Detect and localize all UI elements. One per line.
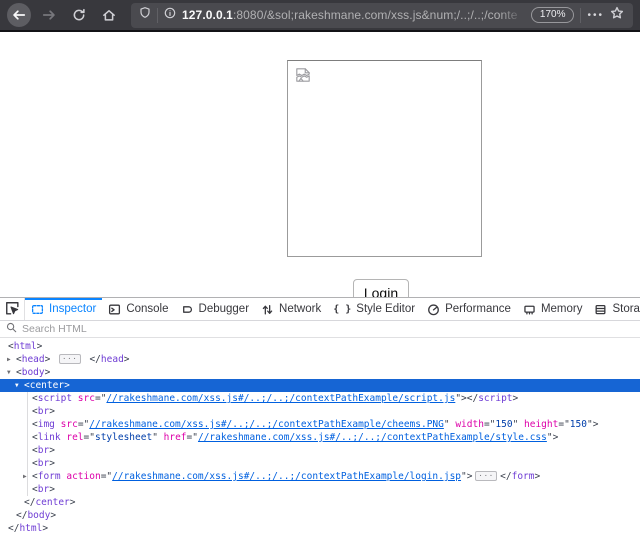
- style-editor-icon: { }: [333, 304, 351, 315]
- debugger-icon: [181, 303, 194, 316]
- tab-storage[interactable]: Storage: [588, 298, 640, 320]
- tree-row[interactable]: ▶<head> ··· </head>: [0, 353, 640, 366]
- expander-open-icon[interactable]: ▼: [15, 379, 19, 392]
- search-html-input[interactable]: [22, 323, 222, 335]
- tab-label: Style Editor: [356, 303, 415, 315]
- tab-label: Console: [126, 303, 168, 315]
- reload-button[interactable]: [67, 3, 91, 27]
- home-button[interactable]: [97, 3, 121, 27]
- home-icon: [102, 8, 116, 22]
- console-icon: [108, 303, 121, 316]
- url-text[interactable]: 127.0.0.1:8080/&sol;rakeshmane.com/xss.j…: [182, 8, 525, 22]
- tree-row[interactable]: <br>: [0, 444, 640, 457]
- tab-label: Debugger: [199, 303, 250, 315]
- tab-label: Network: [279, 303, 321, 315]
- devtools-tabbar: Inspector Console Debugger Network { } Style …: [0, 298, 640, 321]
- tree-row[interactable]: </html>: [0, 522, 640, 535]
- tracking-protection-shield-icon[interactable]: [139, 6, 151, 24]
- tab-inspector[interactable]: Inspector: [25, 298, 102, 320]
- urlbar-divider: [580, 8, 581, 23]
- tab-label: Storage: [612, 303, 640, 315]
- search-icon: [6, 320, 17, 338]
- devtools-search-row: [0, 321, 640, 338]
- tab-label: Performance: [445, 303, 511, 315]
- tree-row[interactable]: <link rel="stylesheet" href="//rakeshman…: [0, 431, 640, 444]
- tree-row[interactable]: <html>: [0, 340, 640, 353]
- urlbar-divider: [157, 8, 158, 23]
- forward-button[interactable]: [37, 3, 61, 27]
- memory-icon: [523, 303, 536, 316]
- back-icon: [12, 8, 26, 22]
- tree-row[interactable]: <br>: [0, 457, 640, 470]
- performance-icon: [427, 303, 440, 316]
- expander-closed-icon[interactable]: ▶: [23, 470, 27, 483]
- login-button[interactable]: Login: [353, 279, 409, 297]
- broken-image-placeholder: [287, 60, 482, 257]
- tab-memory[interactable]: Memory: [517, 298, 589, 320]
- element-picker-button[interactable]: [0, 298, 25, 320]
- network-icon: [261, 303, 274, 316]
- html-markup-tree: <html>▶<head> ··· </head>▼<body>▼<center…: [0, 338, 640, 535]
- element-picker-icon: [5, 301, 19, 318]
- tab-style-editor[interactable]: { } Style Editor: [327, 298, 421, 320]
- tab-label: Inspector: [49, 303, 96, 315]
- tab-network[interactable]: Network: [255, 298, 327, 320]
- inspector-icon: [31, 303, 44, 316]
- tree-row[interactable]: ▼<center>: [0, 379, 640, 392]
- tab-performance[interactable]: Performance: [421, 298, 517, 320]
- site-info-icon[interactable]: [164, 6, 176, 24]
- reload-icon: [72, 8, 86, 22]
- expander-open-icon[interactable]: ▼: [7, 366, 11, 379]
- tab-label: Memory: [541, 303, 583, 315]
- zoom-level-badge[interactable]: 170%: [531, 7, 575, 23]
- page-actions-icon[interactable]: •••: [587, 10, 604, 21]
- expander-closed-icon[interactable]: ▶: [7, 353, 11, 366]
- devtools-panel: Inspector Console Debugger Network { } Style …: [0, 297, 640, 535]
- tree-row[interactable]: <br>: [0, 483, 640, 496]
- tree-row[interactable]: ▶<form action="//rakeshmane.com/xss.js#/…: [0, 470, 640, 483]
- tab-debugger[interactable]: Debugger: [175, 298, 256, 320]
- storage-icon: [594, 303, 607, 316]
- tree-row[interactable]: <img src="//rakeshmane.com/xss.js#/..;/.…: [0, 418, 640, 431]
- back-button[interactable]: [7, 3, 31, 27]
- bookmark-star-icon[interactable]: [610, 6, 624, 25]
- tree-row[interactable]: ▼<body>: [0, 366, 640, 379]
- browser-toolbar: 127.0.0.1:8080/&sol;rakeshmane.com/xss.j…: [0, 0, 640, 32]
- tree-row[interactable]: </body>: [0, 509, 640, 522]
- url-host: 127.0.0.1: [182, 8, 233, 22]
- tree-row[interactable]: </center>: [0, 496, 640, 509]
- tree-row[interactable]: <br>: [0, 405, 640, 418]
- tree-row[interactable]: <script src="//rakeshmane.com/xss.js#/..…: [0, 392, 640, 405]
- forward-icon: [42, 8, 56, 22]
- browser-window: 127.0.0.1:8080/&sol;rakeshmane.com/xss.j…: [0, 0, 640, 558]
- tab-console[interactable]: Console: [102, 298, 174, 320]
- url-path: :8080/&sol;rakeshmane.com/xss.js&num;/..…: [233, 8, 518, 22]
- url-bar[interactable]: 127.0.0.1:8080/&sol;rakeshmane.com/xss.j…: [131, 3, 633, 28]
- page-viewport: Login: [0, 32, 640, 297]
